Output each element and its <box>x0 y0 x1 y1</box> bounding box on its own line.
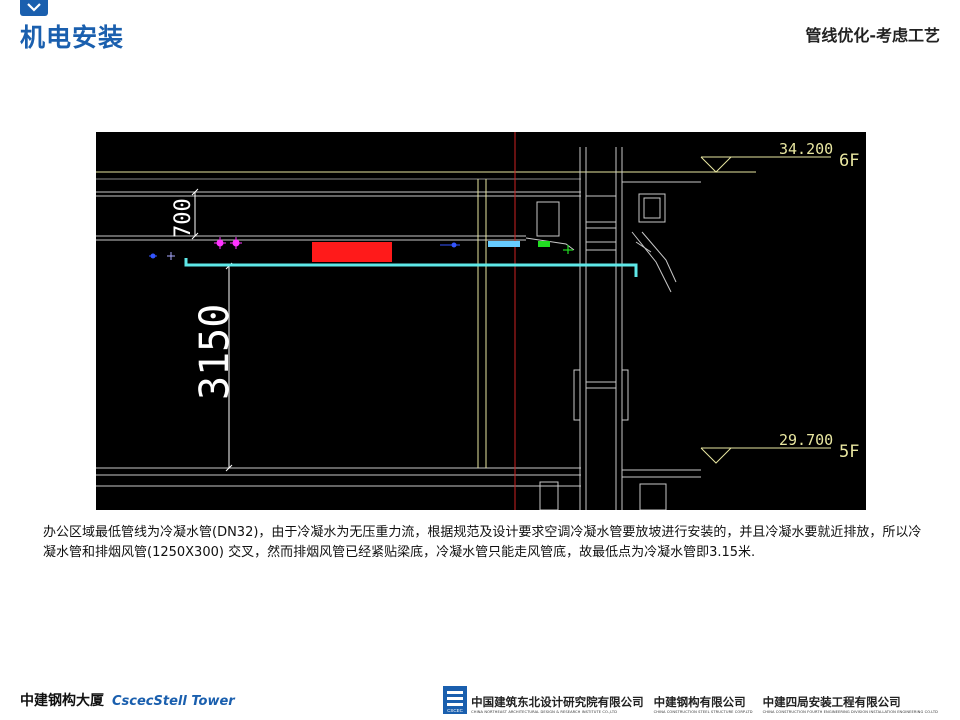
org-1-name: 中国建筑东北设计研究院有限公司 <box>471 695 644 709</box>
org-1: 中国建筑东北设计研究院有限公司 CHINA NORTHEAST ARCHITEC… <box>471 694 644 714</box>
cad-section-drawing: 34.200 6F 29.700 5F 700 3150 <box>96 132 866 510</box>
project-name: 中建钢构大厦 CscecStell Tower <box>20 690 235 710</box>
project-name-en: CscecStell Tower <box>112 694 235 709</box>
org-2: 中建钢构有限公司 CHINA CONSTRUCTION STEEL STRUCT… <box>654 694 753 714</box>
floor-label-lower: 5F <box>839 442 859 462</box>
org-3: 中建四局安装工程有限公司 CHINA CONSTRUCTION FOURTH E… <box>763 694 938 714</box>
corner-badge <box>20 0 48 16</box>
project-name-cn: 中建钢构大厦 <box>20 693 104 709</box>
cscec-logo-text: CSCEC <box>447 708 464 713</box>
org-2-name-en: CHINA CONSTRUCTION STEEL STRUCTURE CORP.… <box>653 710 753 714</box>
chevron-down-icon <box>27 3 41 12</box>
org-group-1: CSCEC 中国建筑东北设计研究院有限公司 CHINA NORTHEAST AR… <box>443 686 644 714</box>
steel-column <box>536 147 701 510</box>
org-1-name-en: CHINA NORTHEAST ARCHITECTURAL DESIGN & R… <box>471 710 618 714</box>
cad-section-svg: 34.200 6F 29.700 5F 700 3150 <box>96 132 859 510</box>
condensate-pipe <box>184 258 638 277</box>
cscec-logo-icon: CSCEC <box>443 686 468 714</box>
org-3-name-en: CHINA CONSTRUCTION FOURTH ENGINEERING DI… <box>762 710 938 714</box>
elevation-upper: 34.200 <box>779 140 833 158</box>
floor-marker-upper: 34.200 6F <box>700 140 859 173</box>
footer-orgs: CSCEC 中国建筑东北设计研究院有限公司 CHINA NORTHEAST AR… <box>443 684 938 714</box>
smoke-exhaust-duct <box>312 242 392 262</box>
org-2-name: 中建钢构有限公司 <box>653 695 746 709</box>
column-lines <box>477 179 487 468</box>
org-3-name: 中建四局安装工程有限公司 <box>762 695 901 709</box>
green-pipe-block <box>538 241 550 247</box>
floor-label-upper: 6F <box>839 151 859 171</box>
page-subtitle: 管线优化-考虑工艺 <box>805 26 940 45</box>
page-title: 机电安装 <box>20 23 125 52</box>
description-text: 办公区域最低管线为冷凝水管(DN32)，由于冷凝水为无压重力流，根据规范及设计要… <box>43 525 922 560</box>
dim-label-lower: 3150 <box>192 304 238 400</box>
elevation-lower: 29.700 <box>779 431 833 449</box>
cyan-pipe-block <box>488 241 520 247</box>
dim-label-upper: 700 <box>171 198 196 238</box>
floor-marker-lower: 29.700 5F <box>700 431 859 464</box>
